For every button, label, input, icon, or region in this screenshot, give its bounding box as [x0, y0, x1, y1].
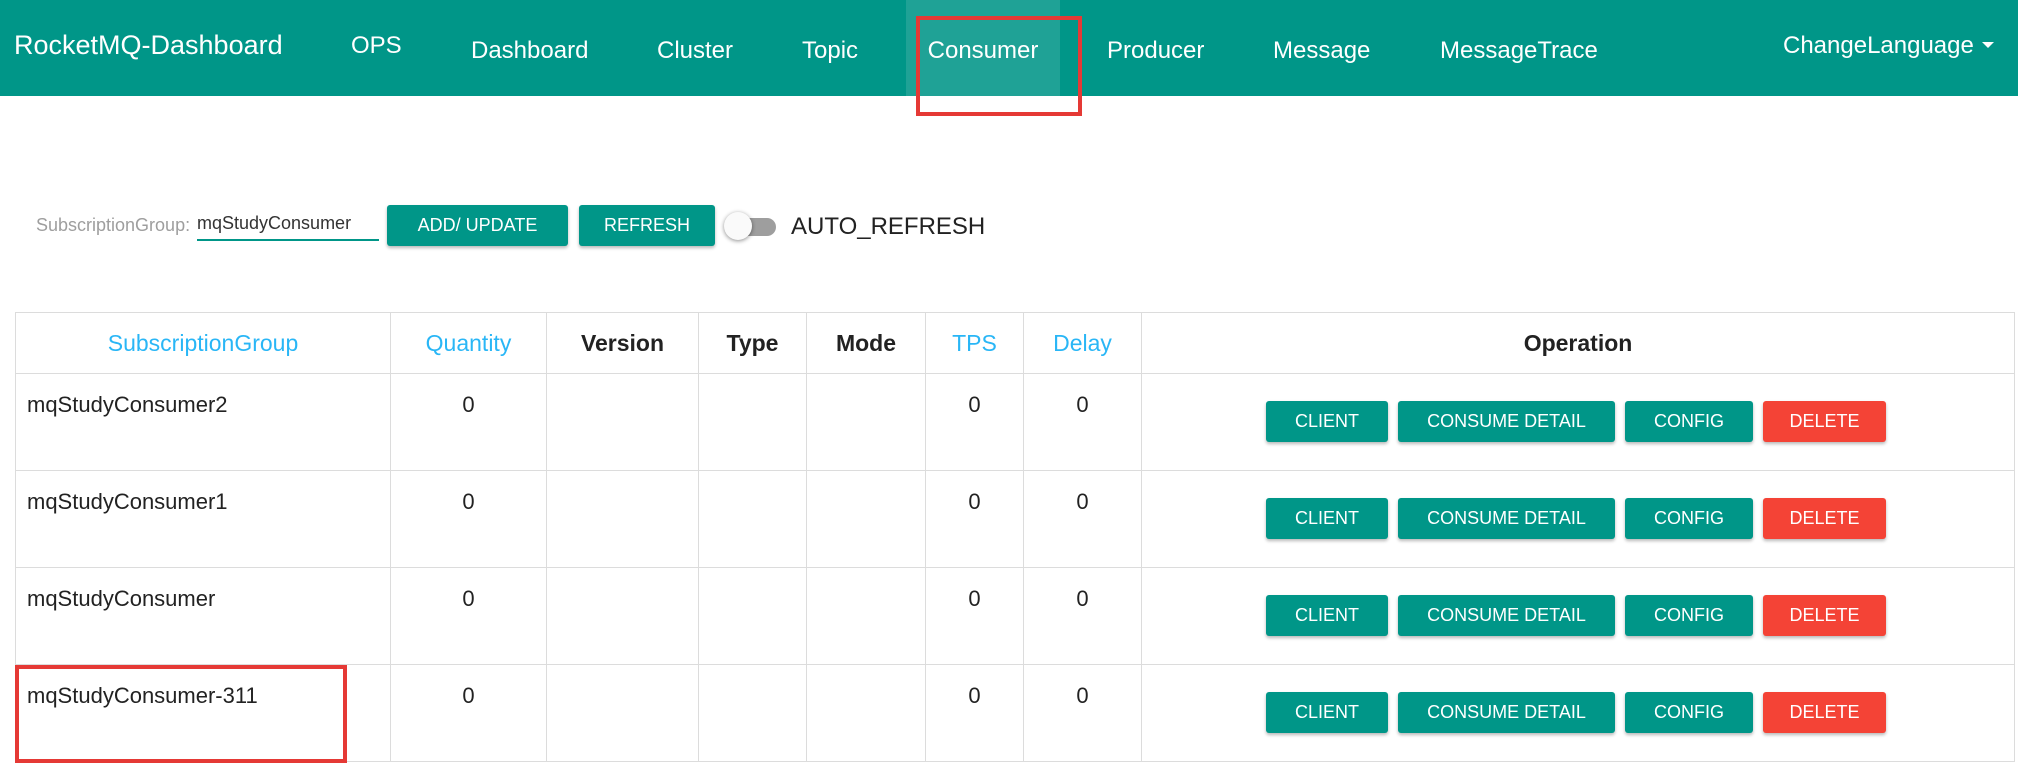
change-language-label: ChangeLanguage: [1783, 32, 1974, 59]
consume-detail-button[interactable]: CONSUME DETAIL: [1398, 498, 1615, 539]
nav-item-producer[interactable]: Producer: [1107, 0, 1204, 96]
column-header-version: Version: [546, 312, 699, 374]
consume-detail-button[interactable]: CONSUME DETAIL: [1398, 692, 1615, 733]
client-button[interactable]: CLIENT: [1266, 692, 1388, 733]
cell-subscription-group: mqStudyConsumer: [15, 567, 391, 665]
cell-operation: CLIENT CONSUME DETAIL CONFIG DELETE: [1141, 470, 2015, 568]
column-header-quantity[interactable]: Quantity: [390, 312, 547, 374]
cell-mode: [806, 664, 926, 762]
cell-delay: 0: [1023, 470, 1142, 568]
cell-version: [546, 373, 699, 471]
table-row: mqStudyConsumer-311 0 0 0 CLIENT CONSUME…: [15, 664, 2015, 762]
chevron-down-icon: [1981, 42, 1994, 49]
delete-button[interactable]: DELETE: [1763, 595, 1886, 636]
consumer-table: SubscriptionGroup Quantity Version Type …: [15, 312, 2015, 762]
cell-type: [698, 470, 807, 568]
cell-type: [698, 373, 807, 471]
cell-mode: [806, 373, 926, 471]
consume-detail-button[interactable]: CONSUME DETAIL: [1398, 595, 1615, 636]
cell-operation: CLIENT CONSUME DETAIL CONFIG DELETE: [1141, 664, 2015, 762]
column-header-delay[interactable]: Delay: [1023, 312, 1142, 374]
table-header-row: SubscriptionGroup Quantity Version Type …: [15, 312, 2015, 374]
config-button[interactable]: CONFIG: [1625, 401, 1753, 442]
top-navbar: RocketMQ-Dashboard OPS Dashboard Cluster…: [0, 0, 2018, 96]
cell-version: [546, 470, 699, 568]
cell-delay: 0: [1023, 373, 1142, 471]
client-button[interactable]: CLIENT: [1266, 401, 1388, 442]
cell-tps: 0: [925, 567, 1024, 665]
cell-subscription-group: mqStudyConsumer-311: [15, 664, 391, 762]
toggle-knob: [724, 212, 752, 240]
cell-version: [546, 567, 699, 665]
config-button[interactable]: CONFIG: [1625, 595, 1753, 636]
cell-subscription-group: mqStudyConsumer2: [15, 373, 391, 471]
cell-operation: CLIENT CONSUME DETAIL CONFIG DELETE: [1141, 373, 2015, 471]
cell-tps: 0: [925, 664, 1024, 762]
auto-refresh-label: AUTO_REFRESH: [791, 213, 986, 240]
nav-item-messagetrace[interactable]: MessageTrace: [1440, 0, 1598, 96]
add-update-button[interactable]: ADD/ UPDATE: [387, 205, 568, 246]
nav-item-ops[interactable]: OPS: [351, 0, 402, 96]
column-header-tps[interactable]: TPS: [925, 312, 1024, 374]
nav-item-cluster[interactable]: Cluster: [657, 0, 733, 96]
brand-title[interactable]: RocketMQ-Dashboard: [14, 30, 283, 61]
column-header-operation: Operation: [1141, 312, 2015, 374]
table-row: mqStudyConsumer1 0 0 0 CLIENT CONSUME DE…: [15, 470, 2015, 568]
cell-delay: 0: [1023, 567, 1142, 665]
cell-version: [546, 664, 699, 762]
subscription-group-label: SubscriptionGroup:: [36, 215, 191, 235]
consume-detail-button[interactable]: CONSUME DETAIL: [1398, 401, 1615, 442]
cell-operation: CLIENT CONSUME DETAIL CONFIG DELETE: [1141, 567, 2015, 665]
cell-type: [698, 664, 807, 762]
auto-refresh-toggle[interactable]: [724, 212, 776, 240]
delete-button[interactable]: DELETE: [1763, 692, 1886, 733]
table-row: mqStudyConsumer 0 0 0 CLIENT CONSUME DET…: [15, 567, 2015, 665]
nav-item-message[interactable]: Message: [1273, 0, 1370, 96]
cell-delay: 0: [1023, 664, 1142, 762]
client-button[interactable]: CLIENT: [1266, 595, 1388, 636]
cell-tps: 0: [925, 470, 1024, 568]
cell-mode: [806, 470, 926, 568]
cell-quantity: 0: [390, 373, 547, 471]
cell-quantity: 0: [390, 664, 547, 762]
config-button[interactable]: CONFIG: [1625, 498, 1753, 539]
cell-quantity: 0: [390, 567, 547, 665]
config-button[interactable]: CONFIG: [1625, 692, 1753, 733]
nav-item-topic[interactable]: Topic: [802, 0, 858, 96]
change-language-dropdown[interactable]: ChangeLanguage: [1783, 0, 1994, 96]
cell-quantity: 0: [390, 470, 547, 568]
column-header-subscriptiongroup[interactable]: SubscriptionGroup: [15, 312, 391, 374]
client-button[interactable]: CLIENT: [1266, 498, 1388, 539]
subscription-group-input[interactable]: [197, 207, 379, 241]
refresh-button[interactable]: REFRESH: [579, 205, 715, 246]
delete-button[interactable]: DELETE: [1763, 498, 1886, 539]
cell-mode: [806, 567, 926, 665]
cell-tps: 0: [925, 373, 1024, 471]
table-row: mqStudyConsumer2 0 0 0 CLIENT CONSUME DE…: [15, 373, 2015, 471]
nav-item-consumer[interactable]: Consumer: [906, 0, 1060, 96]
delete-button[interactable]: DELETE: [1763, 401, 1886, 442]
nav-item-dashboard[interactable]: Dashboard: [471, 0, 588, 96]
cell-type: [698, 567, 807, 665]
cell-subscription-group: mqStudyConsumer1: [15, 470, 391, 568]
column-header-mode: Mode: [806, 312, 926, 374]
column-header-type: Type: [698, 312, 807, 374]
